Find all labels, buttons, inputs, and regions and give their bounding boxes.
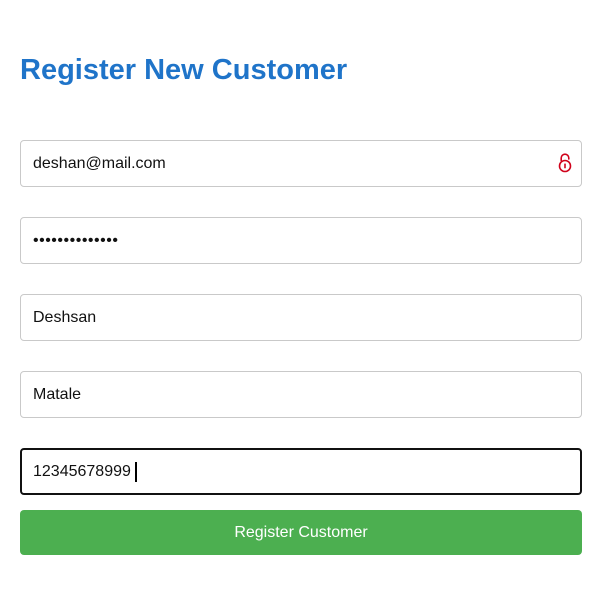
lock-icon[interactable] xyxy=(557,151,573,175)
password-field[interactable] xyxy=(21,218,581,263)
phone-field[interactable] xyxy=(22,450,580,493)
text-caret xyxy=(135,462,137,482)
phone-field-container xyxy=(20,448,582,495)
email-field-container xyxy=(20,140,582,187)
password-field-container xyxy=(20,217,582,264)
address-field[interactable] xyxy=(21,372,581,417)
register-customer-button[interactable]: Register Customer xyxy=(20,510,582,555)
name-field-container xyxy=(20,294,582,341)
page-title: Register New Customer xyxy=(20,54,348,86)
address-field-container xyxy=(20,371,582,418)
name-field[interactable] xyxy=(21,295,581,340)
email-field[interactable] xyxy=(21,141,581,186)
